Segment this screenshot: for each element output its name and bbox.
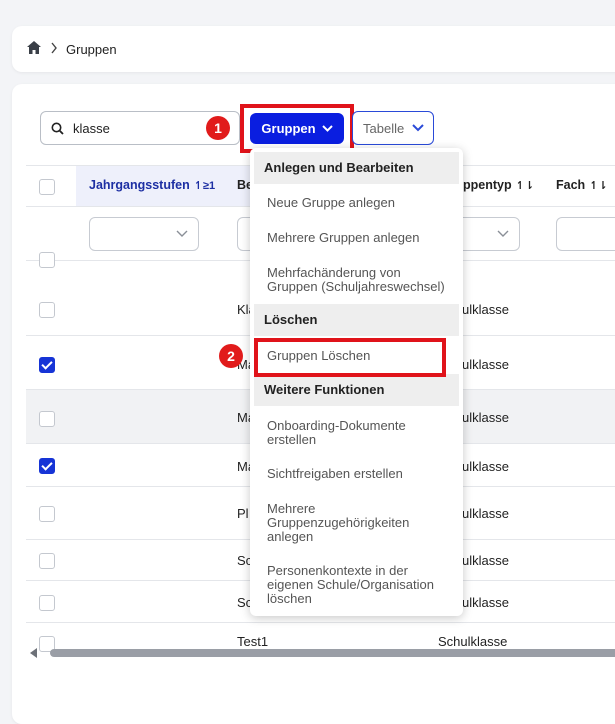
column-header-jahrgangsstufen[interactable]: Jahrgangsstufen ↿≥1	[89, 178, 215, 192]
cell-bezeichnung: Pl	[237, 506, 249, 521]
menu-item-line: anlegen	[267, 529, 314, 544]
row-checkbox[interactable]	[39, 357, 55, 373]
menu-item-line: Personenkontexte in der	[267, 563, 408, 578]
menu-item-onboarding[interactable]: Onboarding-Dokumente erstellen	[267, 419, 457, 447]
menu-item-personenkontexte[interactable]: Personenkontexte in der eigenen Schule/O…	[267, 564, 457, 606]
chevron-down-icon	[497, 230, 509, 237]
row-checkbox[interactable]	[39, 506, 55, 522]
cell-gruppentyp: ulklasse	[462, 357, 509, 372]
cell-gruppentyp: ulklasse	[462, 459, 509, 474]
tabelle-view-button[interactable]: Tabelle	[352, 111, 434, 145]
menu-item-line: Mehrere	[267, 501, 316, 516]
select-all-checkbox[interactable]	[39, 179, 55, 195]
row-checkbox[interactable]	[39, 595, 55, 611]
row-checkbox[interactable]	[39, 252, 55, 268]
menu-item-line: erstellen	[267, 432, 317, 447]
menu-item-line: eigenen Schule/Organisation	[267, 577, 434, 592]
breadcrumb-current: Gruppen	[66, 41, 117, 57]
menu-item-gruppen-loeschen[interactable]: Gruppen Löschen	[267, 349, 457, 363]
chevron-down-icon	[412, 124, 424, 132]
row-checkbox[interactable]	[39, 458, 55, 474]
menu-item-neue-gruppe[interactable]: Neue Gruppe anlegen	[267, 196, 457, 210]
menu-item-mehrere-gruppen[interactable]: Mehrere Gruppen anlegen	[267, 231, 457, 245]
chevron-down-icon	[321, 125, 333, 132]
column-header-gruppentyp[interactable]: ppentyp ↿⇂	[463, 178, 534, 192]
menu-item-line: löschen	[267, 591, 312, 606]
menu-item-gruppenzugehoerigkeiten[interactable]: Mehrere Gruppenzugehörigkeiten anlegen	[267, 502, 457, 544]
menu-section-anlegen: Anlegen und Bearbeiten	[254, 152, 459, 184]
column-label: Fach	[556, 178, 586, 192]
cell-gruppentyp: ulklasse	[462, 410, 509, 425]
sort-ascending-icon: ↿≥1	[193, 179, 216, 192]
menu-item-line: Gruppen (Schuljahreswechsel)	[267, 279, 445, 294]
cell-gruppentyp: ulklasse	[462, 595, 509, 610]
gruppen-dropdown-menu: Anlegen und Bearbeiten Neue Gruppe anleg…	[250, 148, 463, 616]
chevron-right-icon	[50, 42, 58, 57]
cell-gruppentyp: ulklasse	[462, 553, 509, 568]
row-checkbox[interactable]	[39, 411, 55, 427]
sort-icon: ↿⇂	[515, 179, 535, 192]
step-marker-2: 2	[219, 344, 243, 368]
cell-gruppentyp: ulklasse	[462, 506, 509, 521]
column-label: ppentyp	[463, 178, 512, 192]
sort-icon: ↿⇂	[589, 179, 608, 192]
gruppen-menu-button[interactable]: Gruppen	[250, 113, 344, 144]
filter-fach[interactable]	[556, 217, 615, 251]
cell-gruppentyp: ulklasse	[462, 302, 509, 317]
breadcrumb-bar: Gruppen	[12, 26, 615, 72]
home-icon[interactable]	[26, 40, 42, 58]
horizontal-scrollbar[interactable]	[30, 646, 615, 660]
chevron-down-icon	[176, 230, 188, 237]
menu-section-loeschen: Löschen	[254, 304, 459, 336]
filter-jahrgangsstufen[interactable]	[89, 217, 199, 251]
scrollbar-thumb[interactable]	[50, 649, 615, 657]
menu-section-weitere: Weitere Funktionen	[254, 374, 459, 406]
column-label: Jahrgangsstufen	[89, 178, 190, 192]
step-marker-1: 1	[206, 116, 230, 140]
row-checkbox[interactable]	[39, 302, 55, 318]
tabelle-button-label: Tabelle	[363, 120, 405, 136]
scroll-left-arrow-icon[interactable]	[30, 648, 37, 658]
gruppen-button-label: Gruppen	[261, 121, 316, 136]
menu-item-line: Gruppenzugehörigkeiten	[267, 515, 410, 530]
row-checkbox[interactable]	[39, 553, 55, 569]
menu-item-line: Onboarding-Dokumente	[267, 418, 406, 433]
search-icon	[51, 122, 64, 135]
menu-item-line: Mehrfachänderung von	[267, 265, 401, 280]
menu-item-sichtfreigaben[interactable]: Sichtfreigaben erstellen	[267, 467, 457, 481]
breadcrumb: Gruppen	[26, 40, 117, 58]
column-header-fach[interactable]: Fach ↿⇂	[556, 178, 608, 192]
menu-item-mehrfachaenderung[interactable]: Mehrfachänderung von Gruppen (Schuljahre…	[267, 266, 457, 294]
